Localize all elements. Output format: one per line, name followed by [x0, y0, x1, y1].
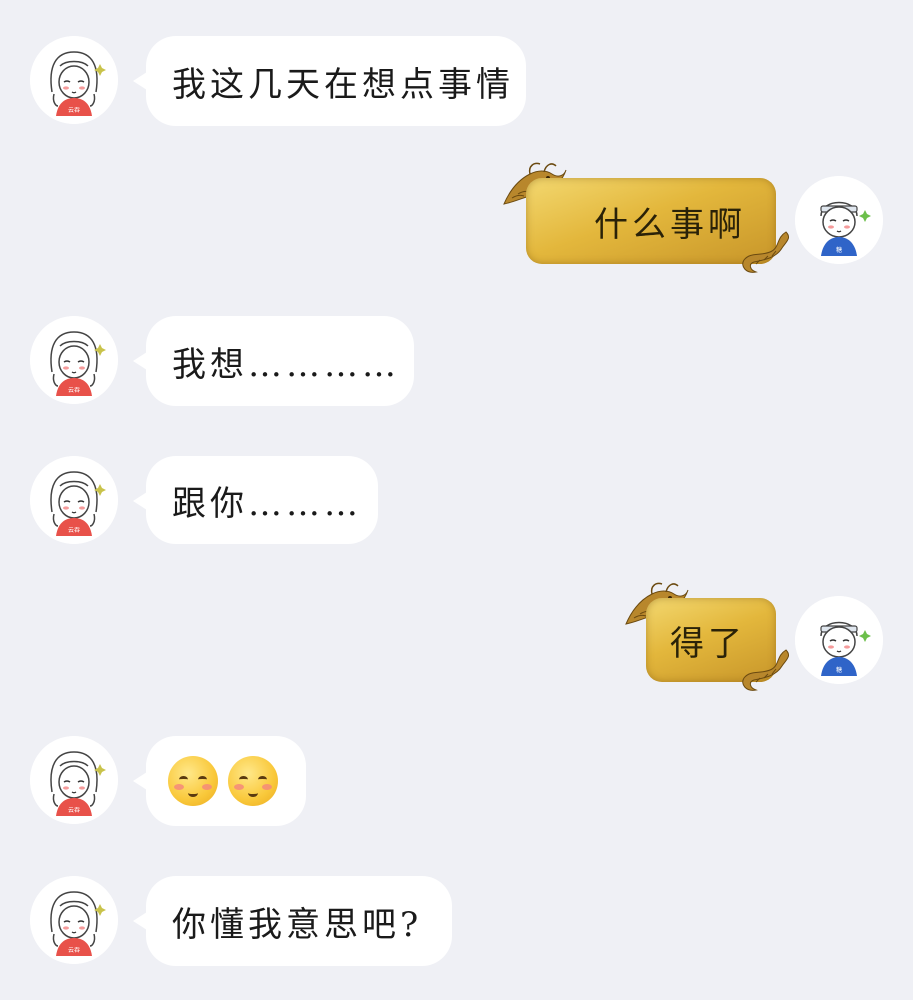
contact-avatar[interactable]: [30, 876, 118, 964]
message-text: 我想…………: [172, 344, 400, 385]
boy-avatar-icon: [795, 176, 883, 264]
dragon-tail-decoration-icon: [736, 228, 796, 278]
girl-avatar-icon: [30, 316, 118, 404]
message-text: 什么事啊: [594, 204, 746, 245]
girl-avatar-icon: [30, 36, 118, 124]
contact-avatar[interactable]: [30, 316, 118, 404]
message-text: 你懂我意思吧?: [172, 904, 423, 945]
message-bubble[interactable]: 跟你………: [146, 456, 378, 544]
message-text: 跟你………: [172, 483, 362, 524]
girl-avatar-icon: [30, 456, 118, 544]
contact-avatar[interactable]: [30, 456, 118, 544]
message-text: 我这几天在想点事情: [172, 64, 514, 105]
message-bubble[interactable]: 我想…………: [146, 316, 414, 406]
blush-face-emoji-icon: [228, 756, 278, 806]
bubble-tail: [133, 912, 147, 930]
bubble-tail: [133, 772, 147, 790]
girl-avatar-icon: [30, 876, 118, 964]
my-avatar[interactable]: [795, 176, 883, 264]
chat-screen: { "chat": { "messages": [ {"sender": "co…: [0, 0, 913, 1000]
bubble-tail: [133, 492, 147, 510]
my-avatar[interactable]: [795, 596, 883, 684]
contact-avatar[interactable]: [30, 736, 118, 824]
boy-avatar-icon: [795, 596, 883, 684]
message-bubble[interactable]: [146, 736, 306, 826]
bubble-tail: [133, 72, 147, 90]
girl-avatar-icon: [30, 736, 118, 824]
message-bubble[interactable]: 我这几天在想点事情: [146, 36, 526, 126]
dragon-tail-decoration-icon: [736, 646, 796, 696]
bubble-tail: [133, 352, 147, 370]
message-bubble[interactable]: 你懂我意思吧?: [146, 876, 452, 966]
contact-avatar[interactable]: [30, 36, 118, 124]
message-text: 得了: [670, 623, 746, 664]
blush-face-emoji-icon: [168, 756, 218, 806]
